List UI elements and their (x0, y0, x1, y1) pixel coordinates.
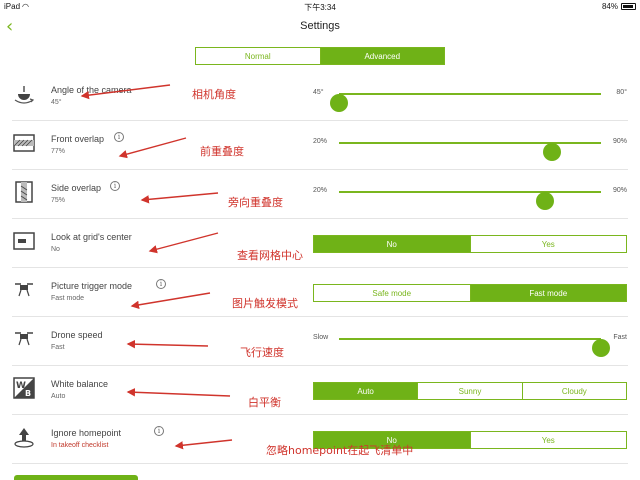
grid-center-label: Look at grid's center (51, 232, 132, 242)
grid-center-yes-button[interactable]: Yes (470, 236, 626, 252)
slider-track[interactable] (330, 93, 601, 112)
trigger-mode-toggle: Safe mode Fast mode (313, 284, 627, 302)
grid-center-no-button[interactable]: No (314, 236, 471, 252)
annotation-camera-angle: 相机角度 (192, 88, 236, 101)
slider-track[interactable] (339, 338, 610, 357)
slider-track[interactable] (339, 191, 601, 210)
front-overlap-label: Front overlap (51, 134, 105, 144)
slider-thumb[interactable] (535, 192, 554, 210)
drone-speed-slider[interactable]: Slow Fast (313, 329, 627, 357)
annotation-front-overlap: 前重叠度 (200, 145, 244, 158)
setting-row-camera-angle: Angle of the camera 45° 45° 80° (0, 72, 640, 121)
trigger-mode-label: Picture trigger mode (51, 281, 133, 291)
camera-angle-value: 45° (51, 99, 62, 106)
white-balance-label: White balance (51, 379, 109, 389)
white-balance-icon: W B (13, 377, 35, 399)
slider-max-label: 90% (612, 138, 627, 145)
annotation-side-overlap: 旁向重叠度 (228, 196, 283, 209)
battery-percent: 84% (601, 2, 618, 11)
annotation-drone-speed: 飞行速度 (240, 346, 284, 359)
slider-min-label: Slow (313, 334, 329, 341)
ignore-homepoint-value: In takeoff checklist (51, 442, 109, 449)
front-overlap-icon (13, 134, 35, 152)
svg-text:B: B (25, 389, 31, 398)
side-overlap-label: Side overlap (51, 183, 102, 193)
slider-thumb[interactable] (330, 94, 348, 112)
setting-row-grid-center: Look at grid's center No No Yes (0, 219, 640, 268)
info-icon[interactable]: i (114, 132, 124, 142)
side-overlap-value: 75% (51, 197, 66, 204)
annotation-ignore-homepoint: 忽略homepoint在起飞清单中 (266, 444, 414, 457)
slider-track[interactable] (339, 142, 601, 161)
setting-row-side-overlap: Side overlap i 75% 20% 90% (0, 170, 640, 219)
homepoint-yes-button[interactable]: Yes (470, 432, 626, 448)
grid-center-value: No (51, 246, 60, 253)
side-overlap-icon (15, 181, 33, 203)
row-divider (12, 463, 628, 464)
bottom-action-button[interactable] (14, 475, 138, 480)
info-icon[interactable]: i (154, 426, 164, 436)
setting-row-white-balance: W B White balance Auto Auto Sunny Cloudy (0, 366, 640, 415)
slider-min-label: 20% (313, 138, 328, 145)
setting-row-front-overlap: Front overlap i 77% 20% 90% (0, 121, 640, 170)
status-time: 下午3:34 (304, 3, 336, 12)
info-icon[interactable]: i (110, 181, 120, 191)
trigger-mode-value: Fast mode (51, 295, 85, 302)
ignore-homepoint-label: Ignore homepoint (51, 428, 122, 438)
annotation-white-balance: 白平衡 (248, 396, 281, 409)
info-icon[interactable]: i (156, 279, 166, 289)
grid-center-icon (13, 232, 35, 250)
front-overlap-value: 77% (51, 148, 66, 155)
fast-mode-button[interactable]: Fast mode (470, 285, 626, 301)
camera-angle-slider[interactable]: 45° 80° (313, 84, 627, 112)
mode-switch: Normal Advanced (195, 47, 445, 65)
setting-row-drone-speed: Drone speed Fast Slow Fast (0, 317, 640, 366)
safe-mode-button[interactable]: Safe mode (314, 285, 471, 301)
mode-normal-button[interactable]: Normal (196, 48, 321, 64)
battery-icon (621, 3, 636, 10)
drone-speed-label: Drone speed (51, 330, 103, 340)
slider-thumb[interactable] (543, 143, 562, 161)
wb-sunny-button[interactable]: Sunny (418, 383, 523, 399)
drone-speed-value: Fast (51, 344, 65, 351)
white-balance-value: Auto (51, 393, 66, 400)
status-bar: iPad ◠ 下午3:34 84% (0, 0, 640, 14)
drone-trigger-icon (15, 283, 33, 297)
annotation-trigger-mode: 图片触发模式 (232, 297, 298, 310)
camera-angle-label: Angle of the camera (51, 85, 132, 95)
setting-row-trigger-mode: Picture trigger mode i Fast mode Safe mo… (0, 268, 640, 317)
wb-auto-button[interactable]: Auto (314, 383, 419, 399)
slider-min-label: 20% (313, 187, 328, 194)
grid-center-toggle: No Yes (313, 235, 627, 253)
wb-cloudy-button[interactable]: Cloudy (522, 383, 626, 399)
slider-max-label: 80° (616, 89, 627, 96)
mode-advanced-button[interactable]: Advanced (320, 48, 444, 64)
nav-bar: ‹ Settings (0, 14, 640, 40)
drone-speed-icon (15, 332, 33, 346)
homepoint-icon (14, 428, 34, 448)
front-overlap-slider[interactable]: 20% 90% (313, 133, 627, 161)
slider-max-label: 90% (612, 187, 627, 194)
slider-thumb[interactable] (592, 339, 610, 357)
camera-gimbal-icon (14, 86, 35, 104)
page-title: Settings (300, 20, 340, 32)
annotation-grid-center: 查看网格中心 (237, 249, 303, 262)
slider-max-label: Fast (613, 334, 627, 341)
side-overlap-slider[interactable]: 20% 90% (313, 182, 627, 210)
white-balance-toggle: Auto Sunny Cloudy (313, 382, 627, 400)
